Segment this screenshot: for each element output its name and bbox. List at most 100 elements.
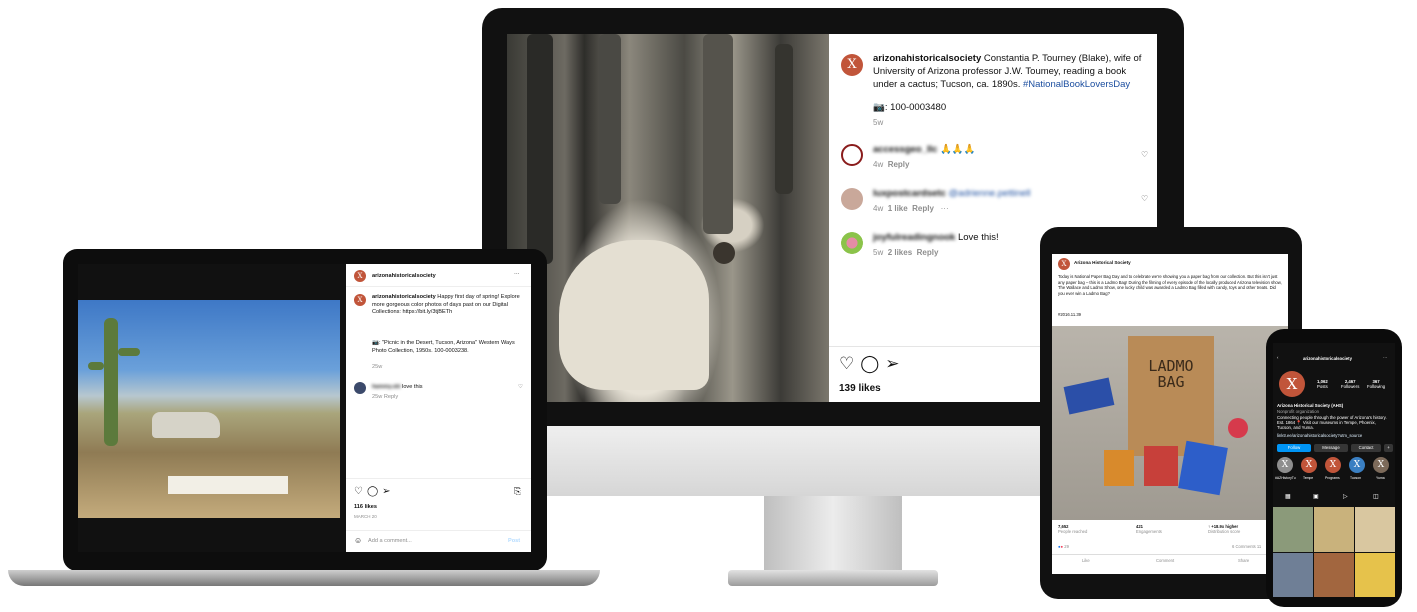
grid-thumb[interactable] [1273,507,1313,552]
phone-instagram-profile: ‹ arizonahistoricalsociety ··· X 1,062 Po… [1273,343,1395,597]
emoji-icon[interactable]: ☺ [354,536,362,545]
share-button[interactable]: Share [1238,558,1249,563]
highlight-1[interactable]: X [1277,457,1293,473]
highlight-5[interactable]: X [1373,457,1389,473]
grid-thumb[interactable] [1355,507,1395,552]
comment-icon[interactable]: ◯ [367,486,382,497]
comment-1-meta: 4w Reply [873,160,909,169]
divider [346,478,531,479]
reply-link[interactable]: Reply [917,248,939,257]
comment-text[interactable]: @adrienne.pettinell [949,188,1031,199]
comment-text: Love this! [957,232,999,243]
tablet-facebook-post: X Arizona Historical Society Today is Na… [1052,254,1288,574]
share-icon[interactable]: ➢ [382,486,394,497]
comment-text: love this [402,384,423,390]
reply-link[interactable]: Reply [912,204,934,213]
comment-icon[interactable]: ◯ [860,354,885,373]
grid-thumb[interactable] [1314,552,1354,597]
divider [346,530,531,531]
post-photo-ladmo-bag[interactable]: LADMO BAG [1052,326,1288,520]
heart-icon[interactable]: ♡ [1141,150,1148,159]
profile-avatar[interactable]: X [354,270,366,282]
post-age: 25w [372,364,383,370]
profile-username: arizonahistoricalsociety [1303,356,1352,361]
reply-link[interactable]: Reply [888,160,910,169]
likes-count[interactable]: 139 likes [839,383,881,394]
grid-thumb[interactable] [1314,507,1354,552]
profile-link[interactable]: linktr.ee/arizonahistoricalsociety?utm_s… [1277,433,1362,438]
caption-avatar[interactable]: X [354,294,366,306]
post-username[interactable]: arizonahistoricalsociety [372,273,436,279]
post-photo-woman-reading[interactable] [507,34,829,402]
caption-hashtag[interactable]: #NationalBookLoversDay [1023,79,1130,90]
comment-3-meta: 5w 2 likes Reply [873,248,938,257]
stat-following[interactable]: 367 Following [1367,379,1385,389]
grid-thumb[interactable] [1355,552,1395,597]
comment-time: 5w [873,248,884,257]
heart-icon[interactable]: ♡ [839,354,860,373]
share-icon[interactable]: ➢ [885,354,905,373]
commenter-avatar[interactable] [841,232,863,254]
stat-posts[interactable]: 1,062 Posts [1317,379,1328,389]
grid-thumb[interactable] [1273,552,1313,597]
cactus-arm [88,362,104,370]
comment-time: 4w [873,204,884,213]
bookmark-icon[interactable]: ⎘ [514,486,521,497]
more-options-icon[interactable]: ··· [941,204,949,213]
grid-tab-icon[interactable]: ▦ [1285,493,1291,500]
follow-button[interactable]: Follow [1277,444,1311,452]
candy-box [1144,446,1178,486]
candy-bag [1063,377,1115,415]
like-button[interactable]: Like [1082,558,1090,563]
post-comment-button[interactable]: Post [508,538,520,544]
videos-tab-icon[interactable]: ▷ [1343,493,1348,500]
more-options-icon[interactable]: ··· [1383,355,1387,360]
contact-button[interactable]: Contact [1351,444,1381,452]
comment-time: 4w [873,160,884,169]
comment-2: luxpostcardsetc @adrienne.pettinell [873,188,1031,199]
highlight-label: #AZHistoryTu [1275,476,1296,480]
vintage-car [152,412,220,438]
comment-username[interactable]: joyfulreadingnook [873,232,955,243]
divider [346,286,531,287]
comment-input[interactable]: Add a comment... [368,538,412,544]
highlight-2[interactable]: X [1301,457,1317,473]
commenter-avatar[interactable] [841,144,863,166]
tagged-tab-icon[interactable]: ◫ [1373,493,1379,500]
message-button[interactable]: Message [1314,444,1348,452]
post-date: MARCH 20 [354,514,377,519]
suggested-icon[interactable]: + [1384,444,1393,452]
caption-username[interactable]: arizonahistoricalsociety [372,294,436,300]
comment-count[interactable]: 6 Comments 11 [1232,544,1261,549]
caption-username[interactable]: arizonahistoricalsociety [873,53,981,64]
likes-link[interactable]: 1 like [888,204,908,213]
comment-text: 🙏🙏🙏 [940,144,976,155]
photo-id: 100-0003480 [890,102,947,113]
commenter-avatar[interactable] [354,382,366,394]
comment-button[interactable]: Comment [1156,558,1174,563]
highlight-3[interactable]: X [1325,457,1341,473]
comment-username[interactable]: accessgeo_llc [873,144,937,155]
highlight-4[interactable]: X [1349,457,1365,473]
comment-username[interactable]: luxpostcardsetc [873,188,946,199]
more-options-icon[interactable]: ··· [514,271,520,277]
commenter-avatar[interactable] [841,188,863,210]
heart-icon[interactable]: ♡ [354,486,367,497]
reels-tab-icon[interactable]: ▣ [1313,493,1319,500]
comment-1: accessgeo_llc 🙏🙏🙏 [873,144,976,155]
post-photo-desert-picnic[interactable] [78,300,340,518]
profile-avatar[interactable]: X [841,54,863,76]
back-icon[interactable]: ‹ [1277,355,1278,360]
profile-avatar[interactable]: X [1279,371,1305,397]
paper-bag: LADMO BAG [1128,336,1214,456]
likes-link[interactable]: 2 likes [888,248,912,257]
heart-icon[interactable]: ♡ [1141,194,1148,203]
laptop-instagram-post: X arizonahistoricalsociety ··· X arizona… [78,264,531,552]
comment-username[interactable]: hammy.ski [372,384,401,390]
heart-icon[interactable]: ♡ [518,384,523,390]
page-name[interactable]: Arizona Historical Society [1074,260,1131,265]
stat-followers[interactable]: 2,467 Followers [1341,379,1359,389]
page-avatar[interactable]: X [1058,258,1070,270]
reaction-row[interactable]: ●● 29 [1058,544,1069,549]
likes-count[interactable]: 116 likes [354,504,377,510]
